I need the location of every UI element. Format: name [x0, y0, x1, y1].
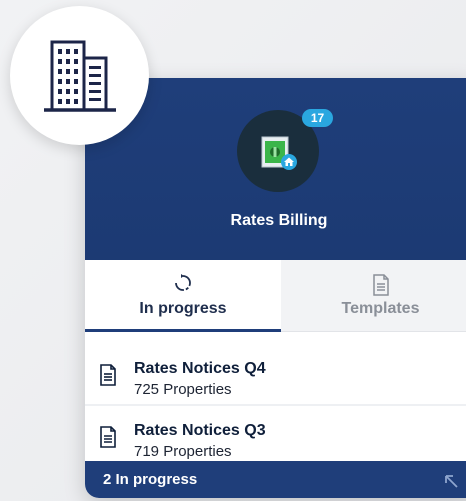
item-properties: 719 Properties	[134, 443, 232, 460]
building-badge	[10, 6, 149, 145]
item-name: Rates Notices Q3	[134, 422, 266, 439]
document-icon	[100, 426, 116, 448]
money-house-icon	[261, 136, 297, 170]
footer-bar[interactable]: 2 In progress	[85, 461, 466, 498]
item-properties: 725 Properties	[134, 381, 232, 398]
list-item[interactable]: Rates Notices Q4 725 Properties	[85, 344, 466, 406]
notification-badge: 17	[302, 109, 333, 127]
tab-label: Templates	[341, 300, 420, 317]
tab-bar: In progress Templates	[85, 260, 466, 332]
document-icon	[100, 364, 116, 386]
rates-billing-card: 17 Rates Billing In progress Templates R…	[85, 78, 466, 498]
refresh-icon	[175, 274, 191, 291]
list-item[interactable]: Rates Notices Q3 719 Properties	[85, 406, 466, 468]
item-name: Rates Notices Q4	[134, 360, 266, 377]
tab-label: In progress	[139, 300, 227, 317]
in-progress-count: 2 In progress	[103, 471, 198, 488]
office-building-icon	[44, 40, 116, 112]
tab-in-progress[interactable]: In progress	[85, 260, 281, 332]
expand-arrow-icon[interactable]	[443, 473, 459, 489]
tab-templates[interactable]: Templates	[281, 260, 466, 332]
app-title: Rates Billing	[230, 212, 328, 229]
document-icon	[372, 274, 389, 296]
